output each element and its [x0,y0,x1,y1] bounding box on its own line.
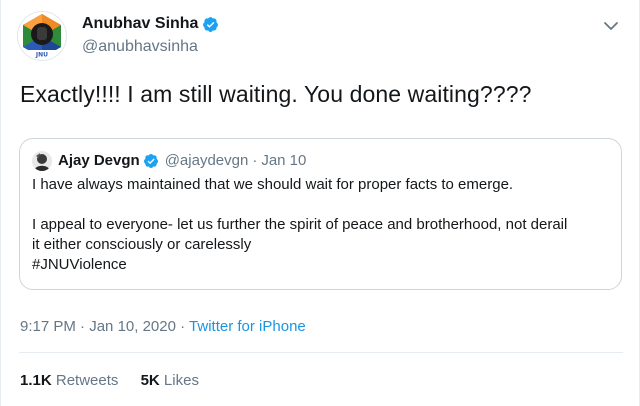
likes-count: 5K [140,372,160,389]
stats-divider [19,352,623,353]
quoted-text-line-3: it either consciously or carelessly [32,236,252,253]
quoted-separator: · [252,152,258,169]
verified-badge-icon [203,16,219,32]
quoted-paragraph-gap [32,195,609,215]
meta-separator-1: · [80,318,86,335]
retweets-stat[interactable]: 1.1K Retweets [20,371,118,391]
likes-stat[interactable]: 5K Likes [141,371,199,391]
author-name-row[interactable]: Anubhav Sinha [82,14,219,34]
retweets-count: 1.1K [20,372,52,389]
tweet-card: JNU Anubhav Sinha @anubhavsinha Exactly!… [0,0,640,406]
svg-text:JNU: JNU [35,52,48,59]
quoted-username[interactable]: @ajaydevgn [165,151,249,171]
chevron-down-icon[interactable] [601,16,621,36]
quoted-verified-badge-icon [143,154,158,168]
quoted-text-line-2: I appeal to everyone- let us further the… [32,216,568,233]
quoted-tweet-body: I have always maintained that we should … [32,175,609,275]
author-header: Anubhav Sinha @anubhavsinha [82,14,219,57]
author-avatar[interactable]: JNU [17,11,67,61]
author-display-name[interactable]: Anubhav Sinha [82,14,198,34]
quoted-tweet-header: Ajay Devgn @ajaydevgn · Jan 10 [32,151,609,171]
quoted-avatar-icon [32,151,52,171]
avatar-logo-icon: JNU [23,14,61,59]
likes-label: Likes [163,372,199,389]
quoted-author-avatar[interactable] [32,151,52,171]
quoted-tweet[interactable]: Ajay Devgn @ajaydevgn · Jan 10 I have al… [19,138,622,290]
tweet-date[interactable]: Jan 10, 2020 [89,318,176,335]
tweet-stats: 1.1K Retweets 5K Likes [20,371,217,391]
quoted-display-name[interactable]: Ajay Devgn [58,151,140,171]
quoted-hashtag[interactable]: #JNUViolence [32,255,609,275]
tweet-source-link[interactable]: Twitter for iPhone [189,318,306,335]
retweets-label: Retweets [55,372,119,389]
meta-separator-2: · [180,318,186,335]
tweet-text: Exactly!!!! I am still waiting. You done… [20,81,532,107]
tweet-metadata: 9:17 PM · Jan 10, 2020 · Twitter for iPh… [20,317,306,337]
quoted-text-line-1: I have always maintained that we should … [32,176,514,193]
tweet-time[interactable]: 9:17 PM [20,318,76,335]
quoted-date[interactable]: Jan 10 [261,151,306,171]
author-username[interactable]: @anubhavsinha [82,37,219,57]
